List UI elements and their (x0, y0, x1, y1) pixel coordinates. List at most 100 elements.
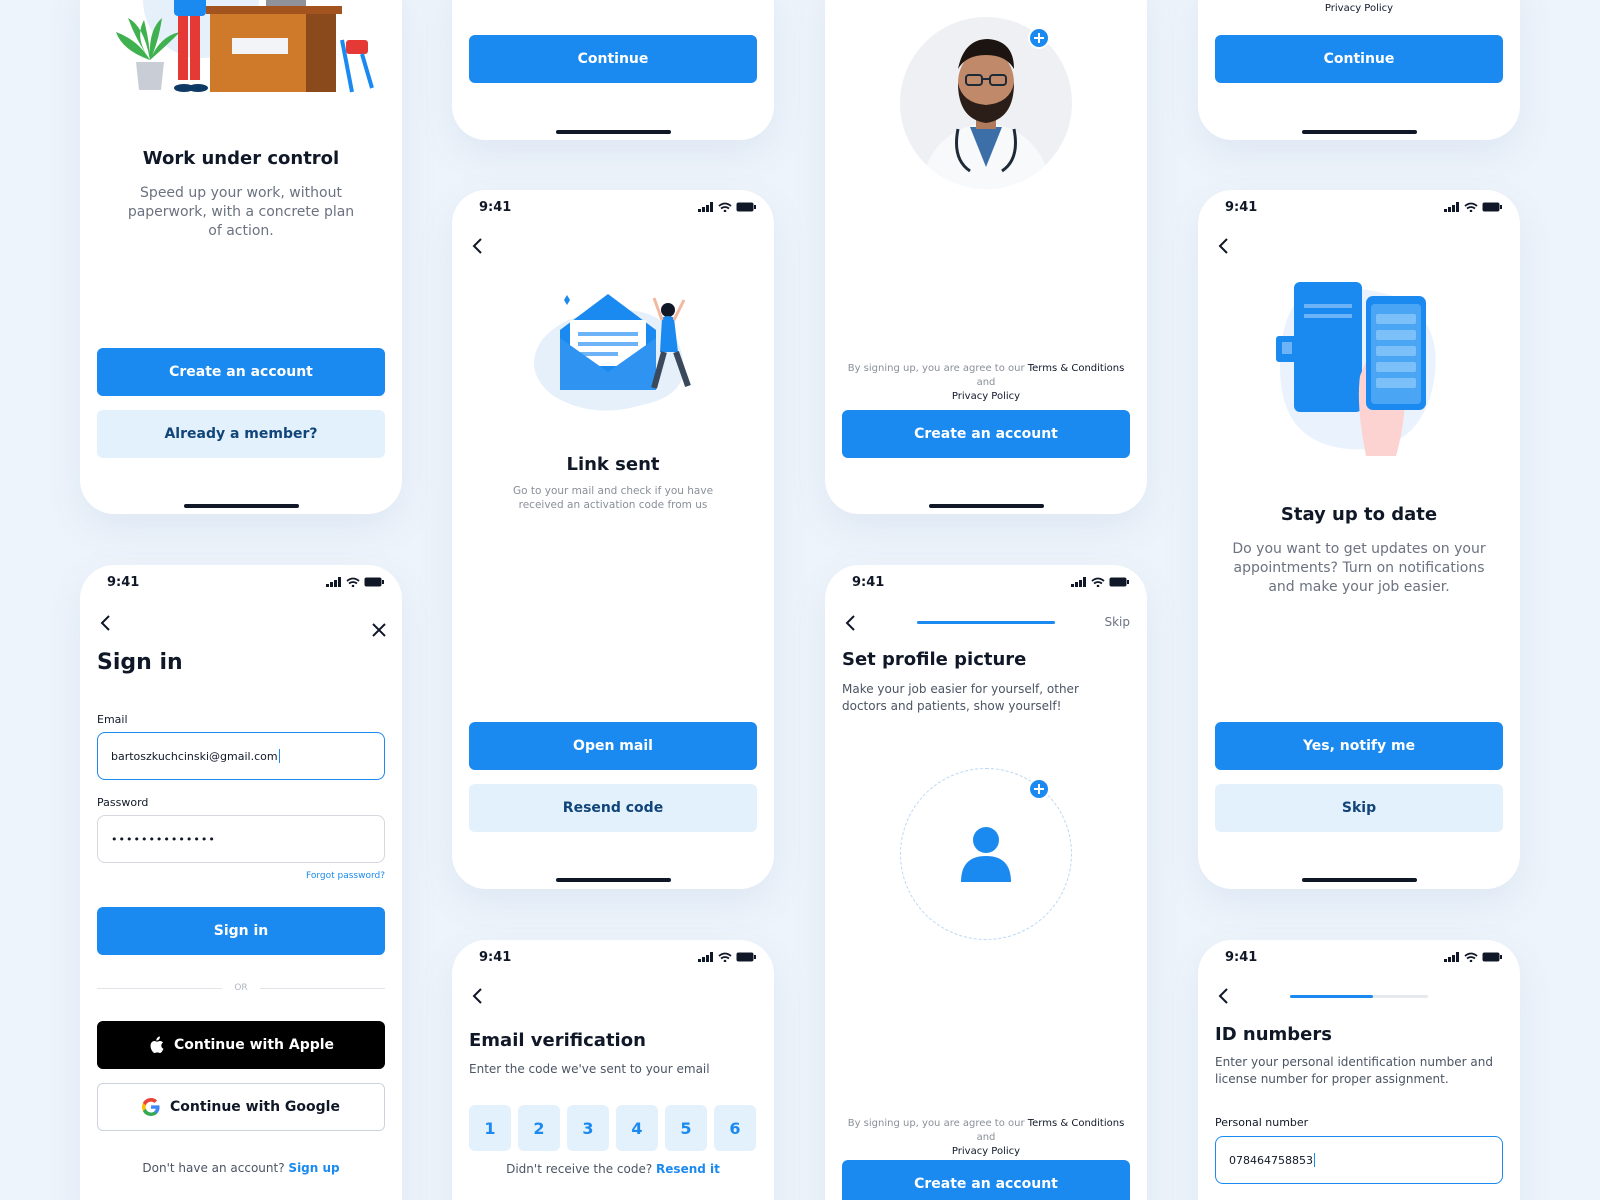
wifi-icon (1464, 202, 1478, 212)
onboarding-progress-fill (917, 621, 1055, 624)
skip-link[interactable]: Skip (1104, 615, 1130, 629)
privacy-link[interactable]: Privacy Policy (1198, 2, 1520, 16)
back-chevron-icon[interactable] (468, 986, 488, 1006)
terms-and: and (976, 1132, 996, 1143)
link-sent-screen: 9:41 Link sent Go to your mail and check… (452, 190, 774, 889)
home-indicator (1302, 878, 1417, 882)
sign-up-link[interactable]: Sign up (288, 1161, 339, 1175)
status-time: 9:41 (1225, 950, 1258, 965)
terms-and: and (976, 377, 996, 388)
google-button-label: Continue with Google (170, 1099, 340, 1115)
status-time: 9:41 (1225, 200, 1258, 215)
email-label: Email (97, 713, 128, 726)
code-digit-2[interactable]: 2 (518, 1105, 560, 1151)
create-account-button[interactable]: Create an account (842, 410, 1130, 458)
stay-up-to-date-screen: 9:41 Stay up to date Do you want to get … (1198, 190, 1520, 889)
wifi-icon (1091, 577, 1105, 587)
status-bar: 9:41 (80, 565, 402, 601)
code-digit-1[interactable]: 1 (469, 1105, 511, 1151)
back-chevron-icon[interactable] (96, 613, 116, 633)
signal-icon (698, 952, 713, 962)
forgot-password-link[interactable]: Forgot password? (306, 871, 385, 881)
back-chevron-icon[interactable] (468, 236, 488, 256)
home-indicator (184, 504, 299, 508)
privacy-continue-screen-top: Privacy Policy Continue (1198, 0, 1520, 140)
onboarding-progress-track (1290, 995, 1428, 998)
email-verification-title: Email verification (469, 1030, 646, 1051)
status-time: 9:41 (479, 950, 512, 965)
wifi-icon (718, 202, 732, 212)
or-label: OR (234, 983, 248, 993)
code-digit-5[interactable]: 5 (665, 1105, 707, 1151)
continue-button[interactable]: Continue (1215, 35, 1503, 83)
resend-code-button[interactable]: Resend code (469, 784, 757, 832)
code-digit-3[interactable]: 3 (567, 1105, 609, 1151)
battery-icon (1482, 202, 1502, 212)
signup-prompt: Don't have an account? Sign up (80, 1161, 402, 1175)
sign-in-title: Sign in (97, 650, 183, 675)
signal-icon (698, 202, 713, 212)
code-digit-4[interactable]: 4 (616, 1105, 658, 1151)
terms-notice: By signing up, you are agree to our Term… (845, 362, 1127, 404)
onboarding-progress-track (917, 621, 1055, 624)
create-account-button[interactable]: Create an account (97, 348, 385, 396)
id-numbers-title: ID numbers (1215, 1024, 1332, 1045)
status-time: 9:41 (479, 200, 512, 215)
back-chevron-icon[interactable] (1214, 236, 1234, 256)
google-icon (142, 1098, 160, 1116)
personal-number-value: 078464758853 (1229, 1153, 1313, 1167)
status-bar: 9:41 (1198, 940, 1520, 976)
email-field[interactable]: bartoszkuchcinski@gmail.com (97, 732, 385, 780)
continue-with-apple-button[interactable]: Continue with Apple (97, 1021, 385, 1069)
add-photo-plus-icon[interactable] (1028, 778, 1050, 800)
wifi-icon (718, 952, 732, 962)
battery-icon (1109, 577, 1129, 587)
status-bar: 9:41 (1198, 190, 1520, 226)
already-member-button[interactable]: Already a member? (97, 410, 385, 458)
privacy-link[interactable]: Privacy Policy (952, 1146, 1020, 1157)
open-mail-button[interactable]: Open mail (469, 722, 757, 770)
password-field[interactable]: •••••••••••••• (97, 815, 385, 863)
password-value: •••••••••••••• (111, 832, 216, 846)
yes-notify-me-button[interactable]: Yes, notify me (1215, 722, 1503, 770)
no-code-text: Didn't receive the code? (506, 1162, 653, 1176)
office-desk-illustration (116, 0, 374, 93)
status-bar: 9:41 (452, 940, 774, 976)
continue-with-google-button[interactable]: Continue with Google (97, 1083, 385, 1131)
user-icon (961, 827, 1011, 882)
id-numbers-screen: 9:41 ID numbers Enter your personal iden… (1198, 940, 1520, 1200)
link-sent-title: Link sent (566, 454, 660, 475)
terms-prefix: By signing up, you are agree to our (847, 1118, 1025, 1129)
close-icon[interactable] (372, 623, 386, 637)
back-chevron-icon[interactable] (841, 613, 861, 633)
email-value: bartoszkuchcinski@gmail.com (111, 749, 278, 763)
privacy-link[interactable]: Privacy Policy (952, 391, 1020, 402)
signal-icon (1071, 577, 1086, 587)
sign-in-button[interactable]: Sign in (97, 907, 385, 955)
back-chevron-icon[interactable] (1214, 986, 1234, 1006)
email-verification-subtitle: Enter the code we've sent to your email (469, 1062, 710, 1076)
skip-button[interactable]: Skip (1215, 784, 1503, 832)
battery-icon (364, 577, 384, 587)
wifi-icon (1464, 952, 1478, 962)
terms-link[interactable]: Terms & Conditions (1028, 1118, 1125, 1129)
continue-button[interactable]: Continue (469, 35, 757, 83)
add-photo-plus-icon[interactable] (1028, 27, 1050, 49)
welcome-subtitle: Speed up your work, without paperwork, w… (127, 185, 355, 239)
terms-prefix: By signing up, you are agree to our (847, 363, 1025, 374)
or-divider: OR (97, 983, 385, 993)
signal-icon (1444, 202, 1459, 212)
stay-up-to-date-title: Stay up to date (1280, 504, 1438, 525)
id-numbers-subtitle: Enter your personal identification numbe… (1215, 1055, 1493, 1086)
link-sent-subtitle: Go to your mail and check if you have re… (512, 485, 714, 511)
no-account-text: Don't have an account? (142, 1161, 285, 1175)
personal-number-label: Personal number (1215, 1116, 1309, 1129)
status-bar: 9:41 (825, 565, 1147, 601)
create-account-button[interactable]: Create an account (842, 1160, 1130, 1200)
personal-number-field[interactable]: 078464758853 (1215, 1136, 1503, 1184)
code-digit-6[interactable]: 6 (714, 1105, 756, 1151)
signal-icon (326, 577, 341, 587)
resend-it-link[interactable]: Resend it (656, 1162, 720, 1176)
home-indicator (1302, 130, 1417, 134)
terms-link[interactable]: Terms & Conditions (1028, 363, 1125, 374)
